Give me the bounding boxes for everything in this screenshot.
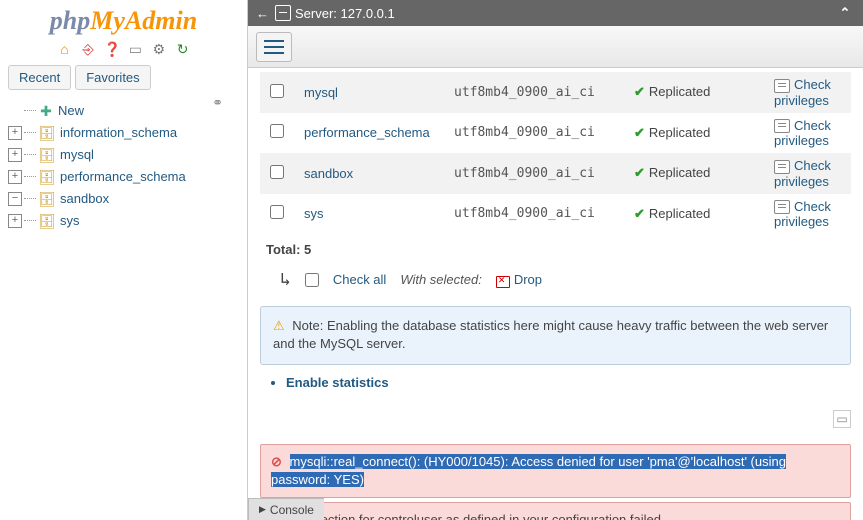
tree-item-performance-schema[interactable]: performance_schema: [60, 169, 186, 184]
row-checkbox[interactable]: [270, 84, 284, 98]
table-row: mysql utf8mb4_0900_ai_ci ✔Replicated Che…: [260, 72, 851, 113]
db-link[interactable]: performance_schema: [304, 125, 430, 140]
tree-expand-icon[interactable]: +: [8, 126, 22, 140]
privileges-icon: [774, 160, 790, 174]
docs-icon[interactable]: ❓: [104, 41, 120, 57]
privileges-icon: [774, 79, 790, 93]
main-panel: ← Server: 127.0.0.1 ⌃ mysql utf8mb4_0900…: [248, 0, 863, 520]
error-box-2: ⊘ Connection for controluser as defined …: [260, 502, 851, 520]
sql-icon[interactable]: ▭: [127, 41, 143, 57]
drop-icon: [496, 274, 510, 288]
server-label: Server:: [295, 6, 337, 21]
replicated-label: Replicated: [649, 125, 710, 140]
tree-expand-icon[interactable]: +: [8, 148, 22, 162]
tree-item-sys[interactable]: sys: [60, 213, 80, 228]
with-selected-label: With selected:: [400, 272, 482, 287]
table-row: performance_schema utf8mb4_0900_ai_ci ✔ R…: [260, 113, 851, 154]
note-text: Enabling the database statistics here mi…: [273, 318, 828, 351]
logout-icon[interactable]: ⎆: [80, 41, 96, 57]
logo-part-php: php: [50, 6, 90, 35]
page-settings-icon[interactable]: ▭: [833, 410, 851, 428]
logo: phpMyAdmin: [0, 0, 247, 38]
bulk-arrow-icon: ↳: [280, 269, 291, 290]
replicated-label: Replicated: [649, 206, 710, 221]
check-all-label[interactable]: Check all: [333, 272, 386, 287]
db-link[interactable]: mysql: [304, 85, 338, 100]
hamburger-menu-button[interactable]: [256, 32, 292, 62]
database-tree: ✚ New + 🗄 information_schema + 🗄 mysql +…: [0, 92, 247, 232]
tree-expand-icon[interactable]: +: [8, 170, 22, 184]
top-menu-bar: [248, 26, 863, 68]
tree-item-mysql[interactable]: mysql: [60, 147, 94, 162]
row-checkbox[interactable]: [270, 124, 284, 138]
check-all-checkbox[interactable]: [305, 273, 319, 287]
console-toggle[interactable]: ▶ Console: [248, 498, 324, 520]
table-row: sandbox utf8mb4_0900_ai_ci ✔Replicated C…: [260, 153, 851, 194]
logo-part-my: My: [90, 6, 125, 35]
tree-item-information-schema[interactable]: information_schema: [60, 125, 177, 140]
database-icon: 🗄: [38, 191, 54, 207]
tree-collapse-icon[interactable]: −: [8, 192, 22, 206]
tab-favorites[interactable]: Favorites: [75, 65, 150, 90]
error-box-1: ⊘ mysqli::real_connect(): (HY000/1045): …: [260, 444, 851, 498]
collation-cell: utf8mb4_0900_ai_ci: [444, 113, 624, 154]
error-icon: ⊘: [271, 454, 282, 469]
error-message-2: Connection for controluser as defined in…: [290, 512, 665, 520]
new-db-icon: ✚: [38, 103, 54, 119]
privileges-icon: [774, 119, 790, 133]
reload-icon[interactable]: ↻: [175, 41, 191, 57]
statistics-note: ⚠ Note: Enabling the database statistics…: [260, 306, 851, 364]
navigation-sidebar: phpMyAdmin ⌂ ⎆ ❓ ▭ ⚙ ↻ Recent Favorites …: [0, 0, 248, 520]
db-link[interactable]: sys: [304, 206, 324, 221]
privileges-icon: [774, 200, 790, 214]
row-checkbox[interactable]: [270, 205, 284, 219]
database-icon: 🗄: [38, 147, 54, 163]
error-message-1: mysqli::real_connect(): (HY000/1045): Ac…: [271, 454, 786, 487]
home-icon[interactable]: ⌂: [56, 41, 72, 57]
note-prefix: Note:: [292, 318, 323, 333]
check-icon: ✔: [634, 206, 645, 221]
server-icon: [275, 5, 291, 21]
drop-button[interactable]: Drop: [496, 272, 542, 288]
db-link[interactable]: sandbox: [304, 166, 353, 181]
replicated-label: Replicated: [649, 165, 710, 180]
link-chain-icon[interactable]: ⚭: [212, 95, 223, 111]
goto-left-icon[interactable]: ←: [256, 6, 269, 21]
logo-part-admin: Admin: [125, 6, 197, 35]
collation-cell: utf8mb4_0900_ai_ci: [444, 194, 624, 235]
warning-icon: ⚠: [273, 318, 285, 333]
bulk-action-bar: ↳ Check all With selected: Drop: [260, 265, 851, 300]
server-host: 127.0.0.1: [341, 6, 395, 21]
total-value: 5: [304, 242, 311, 257]
tab-recent[interactable]: Recent: [8, 65, 71, 90]
check-icon: ✔: [634, 125, 645, 140]
enable-statistics-link[interactable]: Enable statistics: [286, 375, 851, 390]
database-icon: 🗄: [38, 169, 54, 185]
settings-icon[interactable]: ⚙: [151, 41, 167, 57]
replicated-label: Replicated: [649, 84, 710, 99]
tree-expand-icon[interactable]: +: [8, 214, 22, 228]
console-caret-icon: ▶: [259, 504, 266, 515]
check-icon: ✔: [634, 84, 645, 99]
database-table: mysql utf8mb4_0900_ai_ci ✔Replicated Che…: [260, 72, 851, 234]
server-bar: ← Server: 127.0.0.1 ⌃: [248, 0, 863, 26]
check-icon: ✔: [634, 165, 645, 180]
row-checkbox[interactable]: [270, 165, 284, 179]
database-icon: 🗄: [38, 125, 54, 141]
collation-cell: utf8mb4_0900_ai_ci: [444, 72, 624, 113]
tree-new-database[interactable]: New: [58, 103, 84, 118]
collation-cell: utf8mb4_0900_ai_ci: [444, 153, 624, 194]
sidebar-icon-row: ⌂ ⎆ ❓ ▭ ⚙ ↻: [0, 38, 247, 63]
tree-item-sandbox[interactable]: sandbox: [60, 191, 109, 206]
drop-label: Drop: [514, 272, 542, 287]
table-row: sys utf8mb4_0900_ai_ci ✔Replicated Check…: [260, 194, 851, 235]
collapse-icon[interactable]: ⌃: [835, 5, 855, 21]
total-label: Total:: [266, 242, 300, 257]
database-icon: 🗄: [38, 213, 54, 229]
console-label: Console: [270, 503, 314, 517]
